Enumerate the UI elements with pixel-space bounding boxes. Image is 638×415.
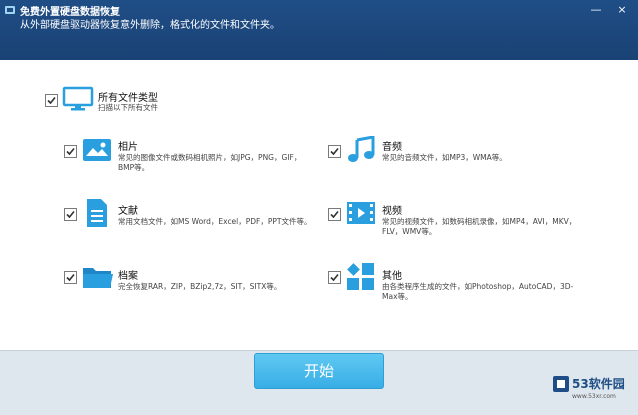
film-icon [347, 202, 375, 224]
watermark-name: 53软件园 [572, 377, 625, 391]
document-desc: 常用文档文件，如MS Word，Excel，PDF，PPT文件等。 [118, 217, 312, 226]
app-subtitle: 从外部硬盘驱动器恢复意外删除，格式化的文件和文件夹。 [20, 20, 280, 31]
music-note-icon [348, 136, 375, 162]
start-button[interactable]: 开始 [254, 353, 384, 389]
video-desc: 常见的视频文件，如数码相机录像，如MP4，AVI，MKV，FLV，WMV等。 [382, 217, 577, 236]
other-title: 其他 [382, 271, 402, 282]
file-type-panel: 所有文件类型 扫描以下所有文件 相片 常见的图像文件或数码相机照片，如JPG，P… [0, 60, 638, 350]
title-bar: 免费外置硬盘数据恢复 从外部硬盘驱动器恢复意外删除，格式化的文件和文件夹。 — … [0, 0, 638, 60]
video-title: 视频 [382, 206, 402, 217]
close-button[interactable]: × [612, 2, 632, 18]
check-icon [330, 210, 339, 219]
all-types-desc: 扫描以下所有文件 [98, 103, 158, 112]
check-icon [330, 273, 339, 282]
archive-desc: 完全恢复RAR，ZIP，BZip2,7z，SIT，SITX等。 [118, 282, 282, 291]
audio-title: 音频 [382, 142, 402, 153]
document-icon [87, 199, 107, 227]
monitor-icon [62, 86, 94, 111]
watermark: 53软件园 www.53xr.com [550, 371, 634, 411]
archive-title: 档案 [118, 271, 138, 282]
audio-checkbox[interactable] [328, 145, 341, 158]
minimize-button[interactable]: — [586, 2, 606, 18]
document-title: 文献 [118, 206, 138, 217]
other-apps-icon [347, 263, 374, 290]
app-logo-icon [5, 6, 15, 14]
photo-checkbox[interactable] [64, 145, 77, 158]
photo-desc: 常见的图像文件或数码相机照片，如JPG，PNG，GIF，BMP等。 [118, 153, 302, 172]
watermark-logo-icon [553, 376, 569, 392]
video-checkbox[interactable] [328, 208, 341, 221]
check-icon [66, 273, 75, 282]
archive-checkbox[interactable] [64, 271, 77, 284]
other-checkbox[interactable] [328, 271, 341, 284]
check-icon [66, 210, 75, 219]
document-checkbox[interactable] [64, 208, 77, 221]
check-icon [47, 96, 56, 105]
photo-icon [83, 139, 111, 161]
photo-title: 相片 [118, 142, 138, 153]
check-icon [66, 147, 75, 156]
watermark-url: www.53xr.com [572, 393, 616, 400]
all-types-checkbox[interactable] [45, 94, 58, 107]
check-icon [330, 147, 339, 156]
folder-icon [83, 268, 113, 288]
all-types-title: 所有文件类型 [98, 93, 158, 104]
audio-desc: 常见的音频文件，如MP3，WMA等。 [382, 153, 507, 162]
other-desc: 由各类程序生成的文件，如Photoshop，AutoCAD，3D-Max等。 [382, 282, 574, 301]
footer-bar: 开始 53软件园 www.53xr.com [0, 350, 638, 415]
